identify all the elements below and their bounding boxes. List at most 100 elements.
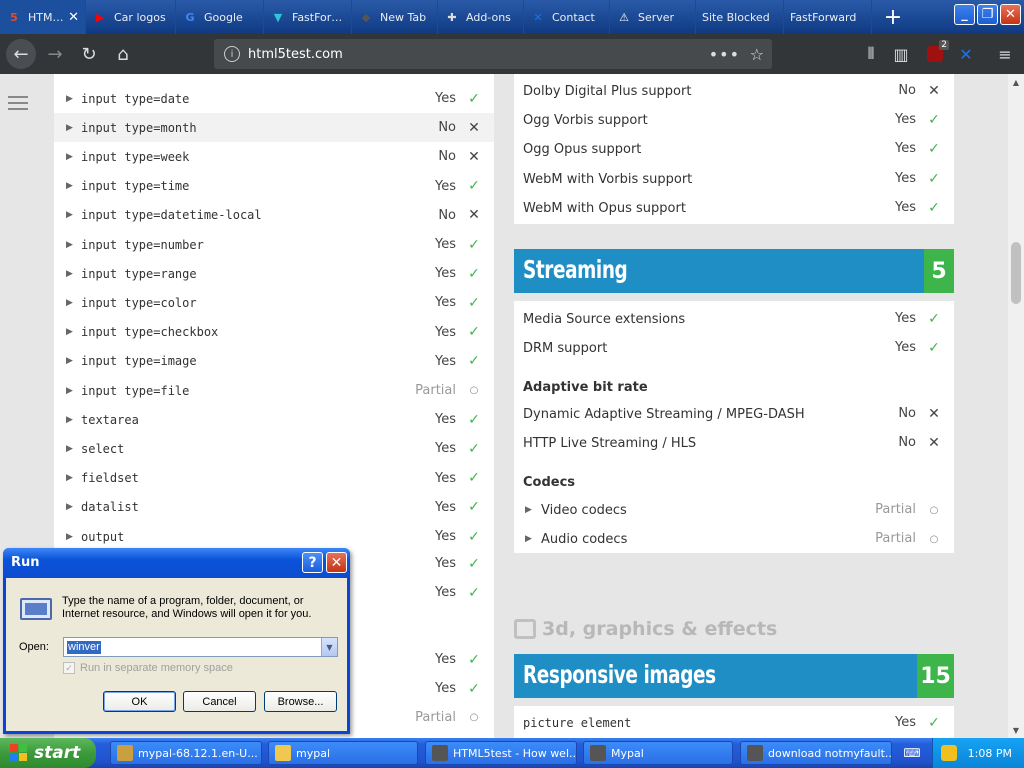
scroll-up-arrow-icon[interactable]: ▲ xyxy=(1010,76,1022,88)
feature-name: input type=image xyxy=(81,354,197,369)
taskbar-task[interactable]: mypal-68.12.1.en-U... xyxy=(110,741,262,765)
extension-cross-icon[interactable]: ✕ xyxy=(952,40,980,68)
back-button[interactable]: ← xyxy=(6,39,36,69)
table-row[interactable]: ▶ input type=range Yes ✓ xyxy=(54,259,494,288)
expand-arrow-icon[interactable]: ▶ xyxy=(66,152,73,162)
separate-memory-checkbox: ✓ Run in separate memory space xyxy=(63,662,233,674)
table-row[interactable]: ▶ input type=checkbox Yes ✓ xyxy=(54,318,494,347)
feature-name: DRM support xyxy=(523,341,608,356)
tab-0[interactable]: 5 HTML5test ✕ xyxy=(0,0,86,34)
list-item[interactable]: WebM with Opus support Yes ✓ xyxy=(514,194,954,223)
expand-arrow-icon[interactable]: ▶ xyxy=(66,181,73,191)
list-item[interactable]: Dolby Digital Plus support No ✕ xyxy=(514,77,954,106)
table-row[interactable]: ▶ input type=color Yes ✓ xyxy=(54,288,494,317)
list-item[interactable]: picture element Yes ✓ xyxy=(514,709,954,738)
keyboard-icon[interactable]: ⌨ xyxy=(902,744,922,762)
taskbar-task[interactable]: HTML5test - How wel... xyxy=(425,741,577,765)
expand-arrow-icon[interactable]: ▶ xyxy=(66,473,73,483)
expand-arrow-icon[interactable]: ▶ xyxy=(66,444,73,454)
ok-button[interactable]: OK xyxy=(103,691,176,712)
open-combobox[interactable]: winver ▼ xyxy=(63,637,338,657)
expand-arrow-icon[interactable]: ▶ xyxy=(66,123,73,133)
tab-3[interactable]: ▼ FastForward xyxy=(264,0,352,34)
list-item[interactable]: Dynamic Adaptive Streaming / MPEG-DASH No… xyxy=(514,400,954,429)
tab-close-icon[interactable]: ✕ xyxy=(68,10,79,25)
menu-icon[interactable]: ≡ xyxy=(991,40,1019,68)
expand-arrow-icon[interactable]: ▶ xyxy=(66,240,73,250)
expand-arrow-icon[interactable]: ▶ xyxy=(66,269,73,279)
dropdown-arrow-icon[interactable]: ▼ xyxy=(321,638,337,656)
home-button[interactable]: ⌂ xyxy=(108,39,138,69)
list-item[interactable]: Ogg Opus support Yes ✓ xyxy=(514,135,954,164)
expand-arrow-icon[interactable]: ▶ xyxy=(66,386,73,396)
tab-6[interactable]: ✕ Contact xyxy=(524,0,610,34)
expand-arrow-icon[interactable]: ▶ xyxy=(66,415,73,425)
scroll-down-arrow-icon[interactable]: ▼ xyxy=(1010,724,1022,736)
table-row[interactable]: ▶ input type=date Yes ✓ xyxy=(54,84,494,113)
start-button[interactable]: start xyxy=(0,738,96,768)
table-row[interactable]: ▶ output Yes ✓ xyxy=(54,522,494,551)
expand-arrow-icon[interactable]: ▶ xyxy=(66,94,73,104)
list-item[interactable]: WebM with Vorbis support Yes ✓ xyxy=(514,165,954,194)
library-icon[interactable]: ⫴ xyxy=(857,40,885,68)
expand-arrow-icon[interactable]: ▶ xyxy=(66,502,73,512)
run-close-button[interactable]: ✕ xyxy=(326,552,347,573)
tab-2[interactable]: G Google xyxy=(176,0,264,34)
help-button[interactable]: ? xyxy=(302,552,323,573)
table-row[interactable]: ▶ input type=image Yes ✓ xyxy=(54,347,494,376)
list-item[interactable]: DRM support Yes ✓ xyxy=(514,334,954,363)
expand-arrow-icon[interactable]: ▶ xyxy=(66,298,73,308)
minimize-button[interactable]: _ xyxy=(954,4,975,25)
expand-arrow-icon[interactable]: ▶ xyxy=(66,532,73,542)
table-row[interactable]: ▶ input type=number Yes ✓ xyxy=(54,230,494,259)
table-row[interactable]: ▶ datalist Yes ✓ xyxy=(54,493,494,522)
page-actions-icon[interactable]: ••• xyxy=(709,45,740,64)
expand-arrow-icon[interactable]: ▶ xyxy=(66,327,73,337)
table-row[interactable]: ▶ input type=week No ✕ xyxy=(54,142,494,171)
table-row[interactable]: ▶ input type=month No ✕ xyxy=(54,113,494,143)
list-item[interactable]: Media Source extensions Yes ✓ xyxy=(514,305,954,334)
site-info-icon[interactable]: i xyxy=(224,46,240,62)
list-item[interactable]: HTTP Live Streaming / HLS No ✕ xyxy=(514,429,954,458)
expand-arrow-icon[interactable]: ▶ xyxy=(66,356,73,366)
tab-8[interactable]: Site Blocked xyxy=(696,0,784,34)
sidebar-icon[interactable]: ▥ xyxy=(887,40,915,68)
new-tab-button[interactable]: + xyxy=(872,0,914,34)
page-scrollbar[interactable]: ▲ ▼ xyxy=(1008,74,1024,738)
table-row[interactable]: ▶ input type=datetime-local No ✕ xyxy=(54,201,494,230)
taskbar-task[interactable]: mypal xyxy=(268,741,418,765)
expand-arrow-icon[interactable]: ▶ xyxy=(525,505,532,515)
browse-button[interactable]: Browse... xyxy=(264,691,337,712)
table-row[interactable]: ▶ select Yes ✓ xyxy=(54,434,494,463)
tab-9[interactable]: FastForward xyxy=(784,0,872,34)
forward-button[interactable]: → xyxy=(40,39,70,69)
table-row[interactable]: ▶ fieldset Yes ✓ xyxy=(54,464,494,493)
list-item[interactable]: Ogg Vorbis support Yes ✓ xyxy=(514,106,954,135)
list-item[interactable]: ▶ Video codecs Partial ○ xyxy=(514,496,954,525)
tray-network-icon[interactable] xyxy=(941,745,957,761)
close-window-button[interactable]: ✕ xyxy=(1000,4,1021,25)
reload-button[interactable]: ↻ xyxy=(74,39,104,69)
hamburger-menu-icon[interactable] xyxy=(8,96,28,110)
url-bar[interactable]: i html5test.com ••• ☆ xyxy=(214,39,772,69)
expand-arrow-icon[interactable]: ▶ xyxy=(66,210,73,220)
expand-arrow-icon[interactable]: ▶ xyxy=(525,534,532,544)
open-input-value[interactable]: winver xyxy=(67,641,101,654)
table-row[interactable]: ▶ input type=file Partial ○ xyxy=(54,376,494,405)
feature-result: Yes xyxy=(895,199,916,215)
scrollbar-thumb[interactable] xyxy=(1011,242,1021,304)
tab-4[interactable]: ◆ New Tab xyxy=(352,0,438,34)
tab-5[interactable]: ✚ Add-ons xyxy=(438,0,524,34)
bookmark-star-icon[interactable]: ☆ xyxy=(750,45,764,64)
taskbar-task[interactable]: Mypal xyxy=(583,741,733,765)
taskbar-task[interactable]: download notmyfault... xyxy=(740,741,892,765)
list-item[interactable]: ▶ Audio codecs Partial ○ xyxy=(514,525,954,554)
restore-button[interactable]: ❐ xyxy=(977,4,998,25)
table-row[interactable]: ▶ textarea Yes ✓ xyxy=(54,405,494,434)
ublock-icon[interactable]: 2 xyxy=(921,40,949,68)
tab-1[interactable]: ▶ Car logos xyxy=(86,0,176,34)
cancel-button[interactable]: Cancel xyxy=(183,691,256,712)
table-row[interactable]: ▶ input type=time Yes ✓ xyxy=(54,172,494,201)
tab-7[interactable]: ⚠ Server xyxy=(610,0,696,34)
run-dialog-titlebar[interactable]: Run ? ✕ xyxy=(3,548,350,578)
